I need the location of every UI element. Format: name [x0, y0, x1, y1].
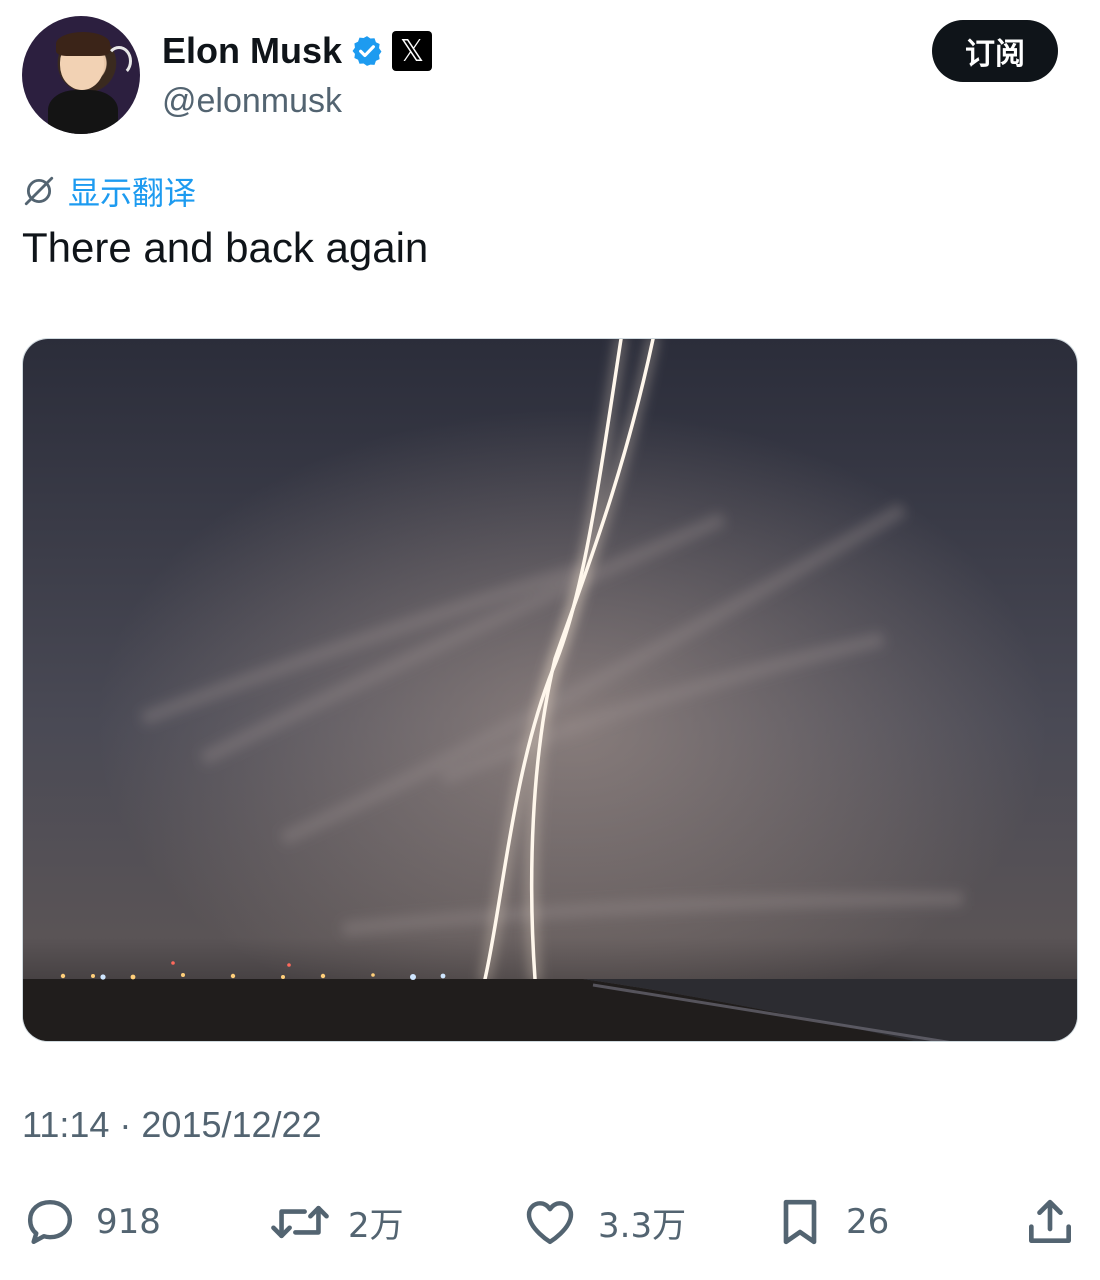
author-name[interactable]: Elon Musk: [162, 30, 342, 72]
bookmark-count: 26: [846, 1202, 890, 1242]
tweet-actions: 918 2万 3.3万 26: [0, 1186, 1100, 1258]
reply-count: 918: [96, 1202, 161, 1242]
bookmark-button[interactable]: 26: [772, 1186, 889, 1258]
x-logo-icon: 𝕏: [392, 31, 433, 71]
retweet-icon: [271, 1205, 329, 1239]
share-icon: [1029, 1199, 1071, 1243]
tweet-image[interactable]: [22, 338, 1078, 1042]
bookmark-icon: [783, 1199, 817, 1245]
author-handle[interactable]: @elonmusk: [162, 82, 342, 121]
subscribe-button[interactable]: 订阅: [932, 20, 1058, 82]
tweet-header: Elon Musk 𝕏 @elonmusk 订阅: [22, 16, 1078, 136]
tweet-text: There and back again: [22, 224, 429, 271]
reply-icon: [27, 1199, 73, 1245]
translate-label: 显示翻译: [68, 174, 197, 212]
verified-icon: [350, 34, 384, 68]
share-button[interactable]: [1022, 1186, 1078, 1258]
translate-icon: [24, 176, 54, 206]
retweet-count: 2万: [348, 1205, 404, 1246]
like-button[interactable]: 3.3万: [520, 1186, 686, 1258]
show-translation-link[interactable]: 显示翻译: [22, 168, 196, 214]
avatar-shirt: [48, 90, 118, 134]
reply-button[interactable]: 918: [22, 1186, 161, 1258]
like-count: 3.3万: [598, 1205, 687, 1246]
avatar-smoke: [106, 46, 132, 76]
name-row: Elon Musk 𝕏: [162, 30, 433, 72]
tweet-timestamp[interactable]: 11:14 · 2015/12/22: [22, 1104, 322, 1146]
like-icon: [526, 1201, 574, 1245]
avatar[interactable]: [22, 16, 140, 134]
avatar-hair: [56, 32, 110, 56]
retweet-button[interactable]: 2万: [270, 1186, 404, 1258]
